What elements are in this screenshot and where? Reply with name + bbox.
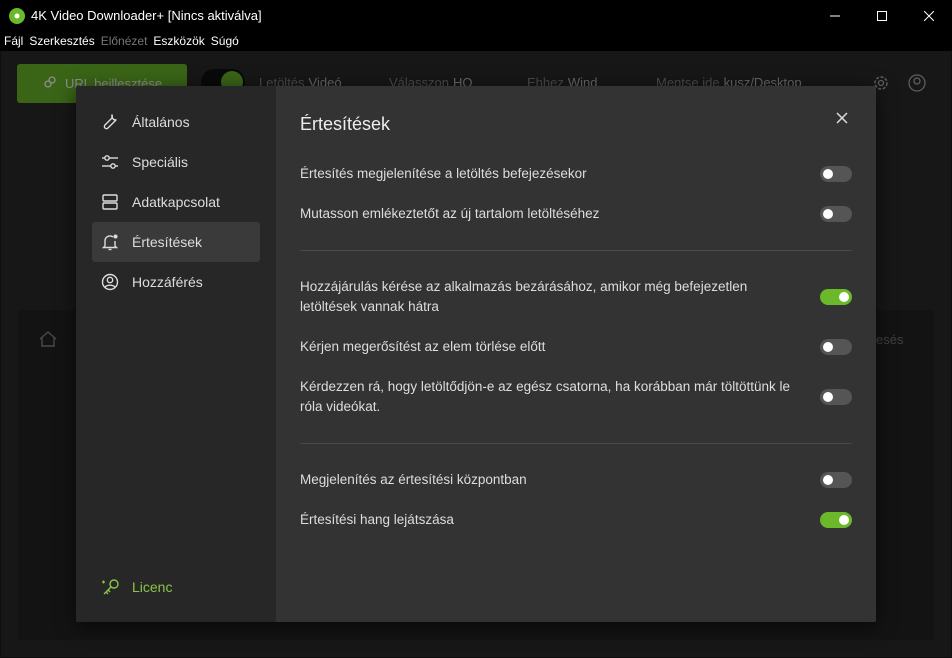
setting-label: Értesítés megjelenítése a letöltés befej… — [300, 166, 587, 181]
setting-row: Értesítési hang lejátszása — [300, 510, 852, 530]
menu-tools[interactable]: Eszközök — [153, 34, 204, 48]
sidebar-item-label: Értesítések — [132, 234, 203, 250]
setting-label: Hozzájárulás kérése az alkalmazás bezárá… — [300, 279, 748, 314]
sidebar-item-label: Speciális — [132, 154, 189, 170]
divider — [300, 443, 852, 444]
menu-file[interactable]: Fájl — [4, 34, 23, 48]
setting-toggle[interactable] — [820, 472, 852, 488]
user-circle-icon — [100, 272, 120, 292]
sliders-icon — [100, 152, 120, 172]
setting-row: Értesítés megjelenítése a letöltés befej… — [300, 164, 852, 184]
setting-toggle[interactable] — [820, 339, 852, 355]
setting-row: Hozzájárulás kérése az alkalmazás bezárá… — [300, 277, 852, 317]
setting-label: Értesítési hang lejátszása — [300, 512, 454, 527]
window-title: 4K Video Downloader+ [Nincs aktiválva] — [31, 8, 262, 23]
sidebar-item-general[interactable]: Általános — [92, 102, 260, 142]
minimize-icon — [829, 15, 840, 16]
licence-link[interactable]: Licenc — [100, 576, 172, 598]
setting-label: Kérdezzen rá, hogy letöltődjön-e az egés… — [300, 379, 791, 414]
title-bar: 4K Video Downloader+ [Nincs aktiválva] — [0, 0, 952, 31]
sidebar-item-connection[interactable]: Adatkapcsolat — [92, 182, 260, 222]
sidebar-item-access[interactable]: Hozzáférés — [92, 262, 260, 302]
bell-icon — [100, 232, 120, 252]
setting-toggle[interactable] — [820, 166, 852, 182]
setting-row: Mutasson emlékeztetőt az új tartalom let… — [300, 204, 852, 224]
settings-sidebar: Általános Speciális Adatkapcsolat Értesí… — [76, 86, 276, 622]
licence-label: Licenc — [132, 579, 173, 595]
setting-label: Mutasson emlékeztetőt az új tartalom let… — [300, 206, 600, 221]
menu-preview[interactable]: Előnézet — [101, 34, 148, 48]
sidebar-item-advanced[interactable]: Speciális — [92, 142, 260, 182]
setting-row: Kérdezzen rá, hogy letöltődjön-e az egés… — [300, 377, 852, 417]
app-logo-icon — [9, 7, 25, 24]
dialog-close-button[interactable] — [832, 108, 852, 128]
settings-content: Értesítések Értesítés megjelenítése a le… — [276, 86, 876, 622]
setting-toggle[interactable] — [820, 389, 852, 405]
menu-help[interactable]: Súgó — [211, 34, 239, 48]
wrench-icon — [100, 112, 120, 132]
key-icon — [100, 576, 122, 598]
close-window-button[interactable] — [905, 0, 952, 31]
setting-row: Kérjen megerősítést az elem törlése előt… — [300, 337, 852, 357]
setting-label: Kérjen megerősítést az elem törlése előt… — [300, 339, 546, 354]
sidebar-item-label: Adatkapcsolat — [132, 194, 220, 210]
sidebar-item-label: Általános — [132, 114, 190, 130]
settings-dialog: Általános Speciális Adatkapcsolat Értesí… — [76, 86, 876, 622]
menu-edit[interactable]: Szerkesztés — [29, 34, 94, 48]
server-icon — [100, 192, 120, 212]
minimize-button[interactable] — [811, 0, 858, 31]
setting-toggle[interactable] — [820, 206, 852, 222]
dialog-title: Értesítések — [300, 114, 391, 134]
setting-toggle[interactable] — [820, 289, 852, 305]
close-icon — [836, 112, 848, 124]
sidebar-item-notifications[interactable]: Értesítések — [92, 222, 260, 262]
setting-label: Megjelenítés az értesítési központban — [300, 472, 527, 487]
setting-toggle[interactable] — [820, 512, 852, 528]
maximize-icon — [876, 10, 887, 21]
setting-row: Megjelenítés az értesítési központban — [300, 470, 852, 490]
maximize-button[interactable] — [858, 0, 905, 31]
divider — [300, 250, 852, 251]
menu-bar: Fájl Szerkesztés Előnézet Eszközök Súgó — [0, 31, 952, 51]
close-icon — [923, 10, 934, 21]
sidebar-item-label: Hozzáférés — [132, 274, 203, 290]
